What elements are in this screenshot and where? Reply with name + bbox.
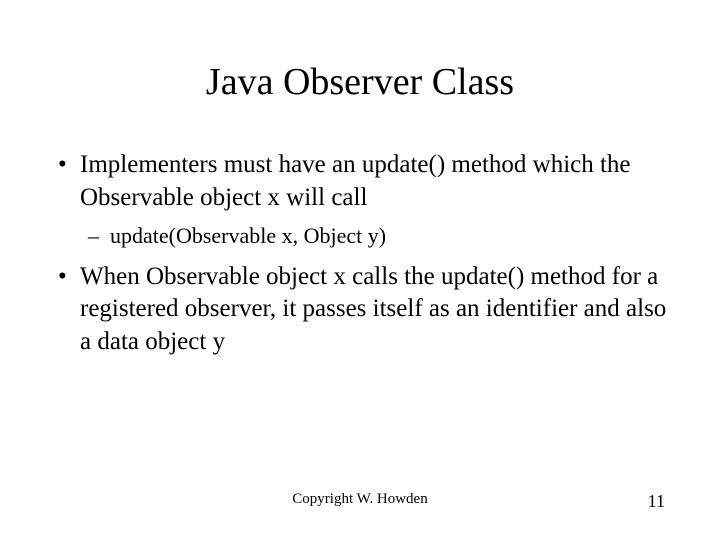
page-number: 11 [648,491,665,512]
slide-footer: Copyright W. Howden 11 [0,491,720,508]
copyright-text: Copyright W. Howden [50,491,670,508]
slide-content: Implementers must have an update() metho… [50,149,670,358]
bullet-item: Implementers must have an update() metho… [50,149,670,214]
bullet-item: When Observable object x calls the updat… [50,261,670,359]
sub-bullet-item: update(Observable x, Object y) [50,222,670,251]
slide-title: Java Observer Class [50,60,670,104]
bullet-text: Implementers must have an update() metho… [80,151,631,211]
bullet-text: When Observable object x calls the updat… [80,263,666,355]
sub-bullet-text: update(Observable x, Object y) [110,223,386,248]
